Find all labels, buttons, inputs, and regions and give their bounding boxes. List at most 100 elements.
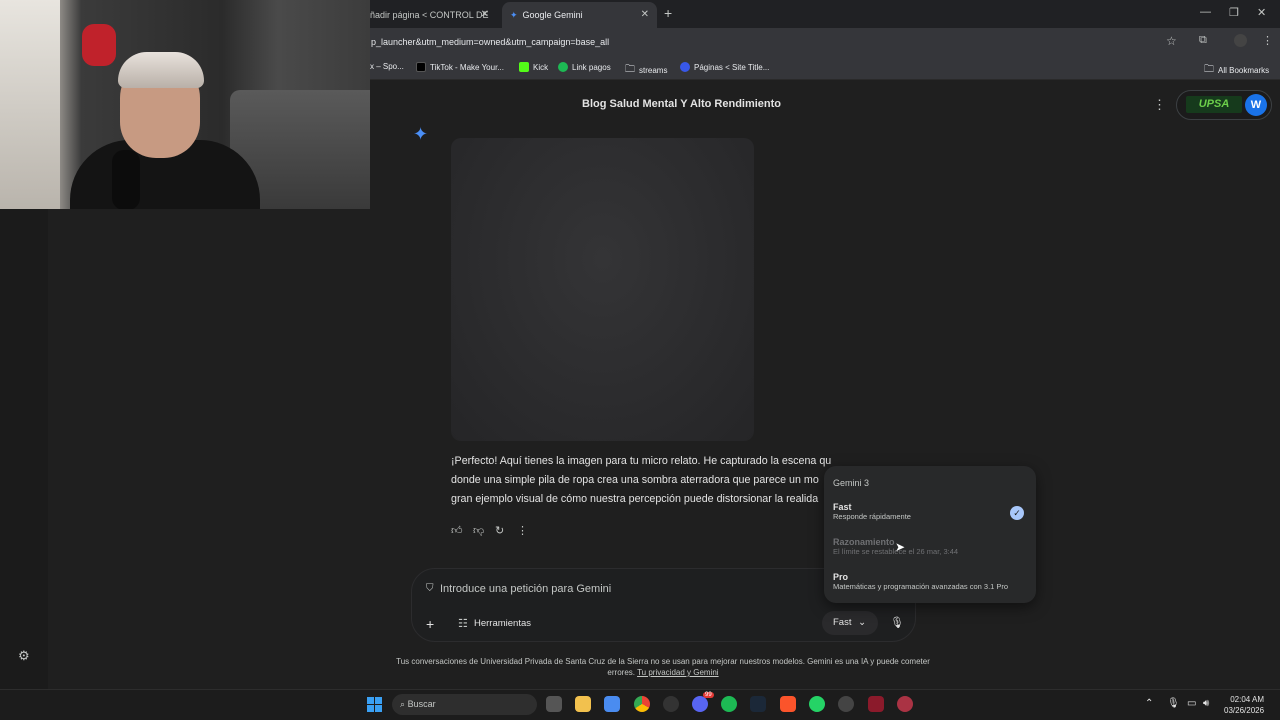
response-text: ¡Perfecto! Aquí tienes la imagen para tu…: [451, 452, 831, 509]
bookmark-streams[interactable]: 🗀 streams: [625, 62, 667, 79]
windows-start-icon[interactable]: [367, 697, 382, 712]
thumbs-up-icon[interactable]: 👍︎: [451, 524, 463, 537]
app-icon[interactable]: [663, 696, 679, 712]
chevron-up-icon[interactable]: ⌃: [1145, 698, 1153, 709]
avatar[interactable]: W: [1245, 94, 1267, 116]
menu-item-pro[interactable]: Pro Matemáticas y programación avanzadas…: [833, 572, 1008, 591]
clock-time: 02:04 AM: [1230, 695, 1265, 704]
shield-icon: ⛉: [426, 583, 434, 594]
thumbs-down-icon[interactable]: 👎︎: [473, 524, 484, 537]
link-icon: [558, 62, 568, 72]
tab-control-de[interactable]: ñadir página < CONTROL DE ✕: [362, 2, 497, 28]
taskbar-clock[interactable]: 02:04 AM 03/26/2026: [1224, 694, 1264, 716]
taskbar-search[interactable]: ⌕ Buscar: [392, 694, 537, 715]
volume-icon[interactable]: 🔊︎: [1203, 698, 1209, 709]
bookmark-link-pagos[interactable]: Link pagos: [558, 62, 611, 72]
tab-title: ñadir página < CONTROL DE: [370, 10, 489, 20]
chrome-icon[interactable]: [634, 696, 650, 712]
spotify-icon[interactable]: [721, 696, 737, 712]
webcam-wall: [0, 0, 60, 209]
tools-button[interactable]: Herramientas: [474, 618, 531, 629]
tab-google-gemini[interactable]: ✦ Google Gemini ✕: [502, 2, 657, 28]
model-label: Fast: [833, 617, 852, 628]
brave-icon[interactable]: [780, 696, 796, 712]
clock-date: 03/26/2026: [1224, 706, 1265, 715]
bookmark-label: Páginas < Site Title...: [694, 62, 770, 72]
bookmark-paginas[interactable]: Páginas < Site Title...: [680, 62, 769, 72]
model-selector-button[interactable]: Fast ⌄: [822, 611, 878, 635]
discord-badge: 99: [703, 692, 714, 698]
all-bookmarks[interactable]: 🗀 All Bookmarks: [1204, 62, 1269, 79]
regenerate-icon[interactable]: ↻: [495, 524, 504, 537]
menu-item-desc: Matemáticas y programación avanzadas con…: [833, 582, 1009, 591]
settings-icon[interactable]: ⚙: [18, 648, 30, 664]
org-logo: UPSA: [1186, 96, 1242, 113]
more-icon[interactable]: ⋮: [517, 524, 528, 537]
file-explorer-icon[interactable]: [575, 696, 591, 712]
store-icon[interactable]: [604, 696, 620, 712]
gemini-icon: ✦: [510, 9, 518, 20]
bookmark-kick[interactable]: Kick: [519, 62, 548, 72]
menu-item-fast[interactable]: Fast Responde rápidamente: [833, 502, 911, 521]
close-window-icon[interactable]: ✕: [1257, 6, 1266, 19]
menu-item-desc: Responde rápidamente: [833, 512, 911, 521]
bookmark-label: TikTok - Make Your...: [430, 62, 504, 72]
speedometer-icon[interactable]: [838, 696, 854, 712]
profile-icon[interactable]: [1234, 34, 1247, 47]
menu-item-title: Pro: [833, 572, 849, 582]
bookmark-label: Link pagos: [572, 62, 611, 72]
bookmark-label: x – Spo...: [370, 62, 404, 71]
tools-icon[interactable]: ☷: [458, 617, 468, 630]
tiktok-icon: [416, 62, 426, 72]
close-icon[interactable]: ✕: [481, 9, 489, 20]
minimize-icon[interactable]: —: [1200, 6, 1211, 18]
bookmark-label: Kick: [533, 62, 549, 72]
bookmark-tiktok[interactable]: TikTok - Make Your...: [416, 62, 504, 72]
tab-title: Google Gemini: [522, 10, 583, 20]
chevron-down-icon: ⌄: [858, 617, 867, 628]
menu-icon[interactable]: ⋮: [1262, 34, 1273, 47]
media-player-icon[interactable]: [897, 696, 913, 712]
search-placeholder: Buscar: [407, 699, 436, 709]
wordpress-icon: [680, 62, 690, 72]
restore-icon[interactable]: ❐: [1229, 6, 1239, 19]
new-tab-icon[interactable]: +: [664, 5, 672, 21]
steam-icon[interactable]: [750, 696, 766, 712]
url-text[interactable]: p_launcher&utm_medium=owned&utm_campaign…: [371, 37, 609, 47]
response-line: gran ejemplo visual de cómo nuestra perc…: [451, 493, 819, 505]
mouse-cursor-icon: ➤: [895, 540, 906, 554]
task-view-icon[interactable]: [546, 696, 562, 712]
app-x-icon[interactable]: [868, 696, 884, 712]
check-icon: ✓: [1010, 506, 1024, 520]
extensions-icon[interactable]: ⧉: [1199, 34, 1207, 47]
webcam-person-hair: [118, 52, 204, 88]
gemini-spark-icon: ✦: [413, 124, 429, 144]
more-options-icon[interactable]: ⋮: [1153, 97, 1166, 113]
response-line: donde una simple pila de ropa crea una s…: [451, 474, 819, 486]
bookmark-spotify[interactable]: x – Spo...: [370, 62, 404, 71]
privacy-link[interactable]: Tu privacidad y Gemini: [637, 668, 719, 677]
webcam-microphone: [112, 150, 140, 209]
search-icon: ⌕: [400, 699, 406, 709]
microphone-icon[interactable]: 🎙︎: [890, 616, 904, 629]
star-icon[interactable]: ☆: [1166, 34, 1177, 48]
prompt-input[interactable]: Introduce una petición para Gemini: [440, 583, 611, 595]
bookmark-label: All Bookmarks: [1218, 66, 1270, 75]
kick-icon: [519, 62, 529, 72]
generated-image[interactable]: [451, 138, 754, 441]
bookmark-label: streams: [639, 66, 668, 75]
disclaimer-text: Tus conversaciones de Universidad Privad…: [396, 657, 930, 666]
whatsapp-icon[interactable]: [809, 696, 825, 712]
menu-header: Gemini 3: [833, 478, 870, 488]
menu-item-title: Fast: [833, 502, 852, 512]
folder-icon: 🗀: [1204, 64, 1214, 75]
display-icon[interactable]: ▭: [1187, 698, 1196, 709]
mic-tray-icon[interactable]: 🎙︎: [1167, 698, 1180, 709]
discord-icon[interactable]: [692, 696, 708, 712]
close-icon[interactable]: ✕: [641, 9, 649, 20]
add-icon[interactable]: +: [426, 616, 434, 632]
conversation-title[interactable]: Blog Salud Mental Y Alto Rendimiento: [582, 98, 781, 110]
sidebar-rail: [0, 209, 48, 689]
webcam-cap: [82, 24, 116, 66]
response-line: ¡Perfecto! Aquí tienes la imagen para tu…: [451, 455, 831, 467]
